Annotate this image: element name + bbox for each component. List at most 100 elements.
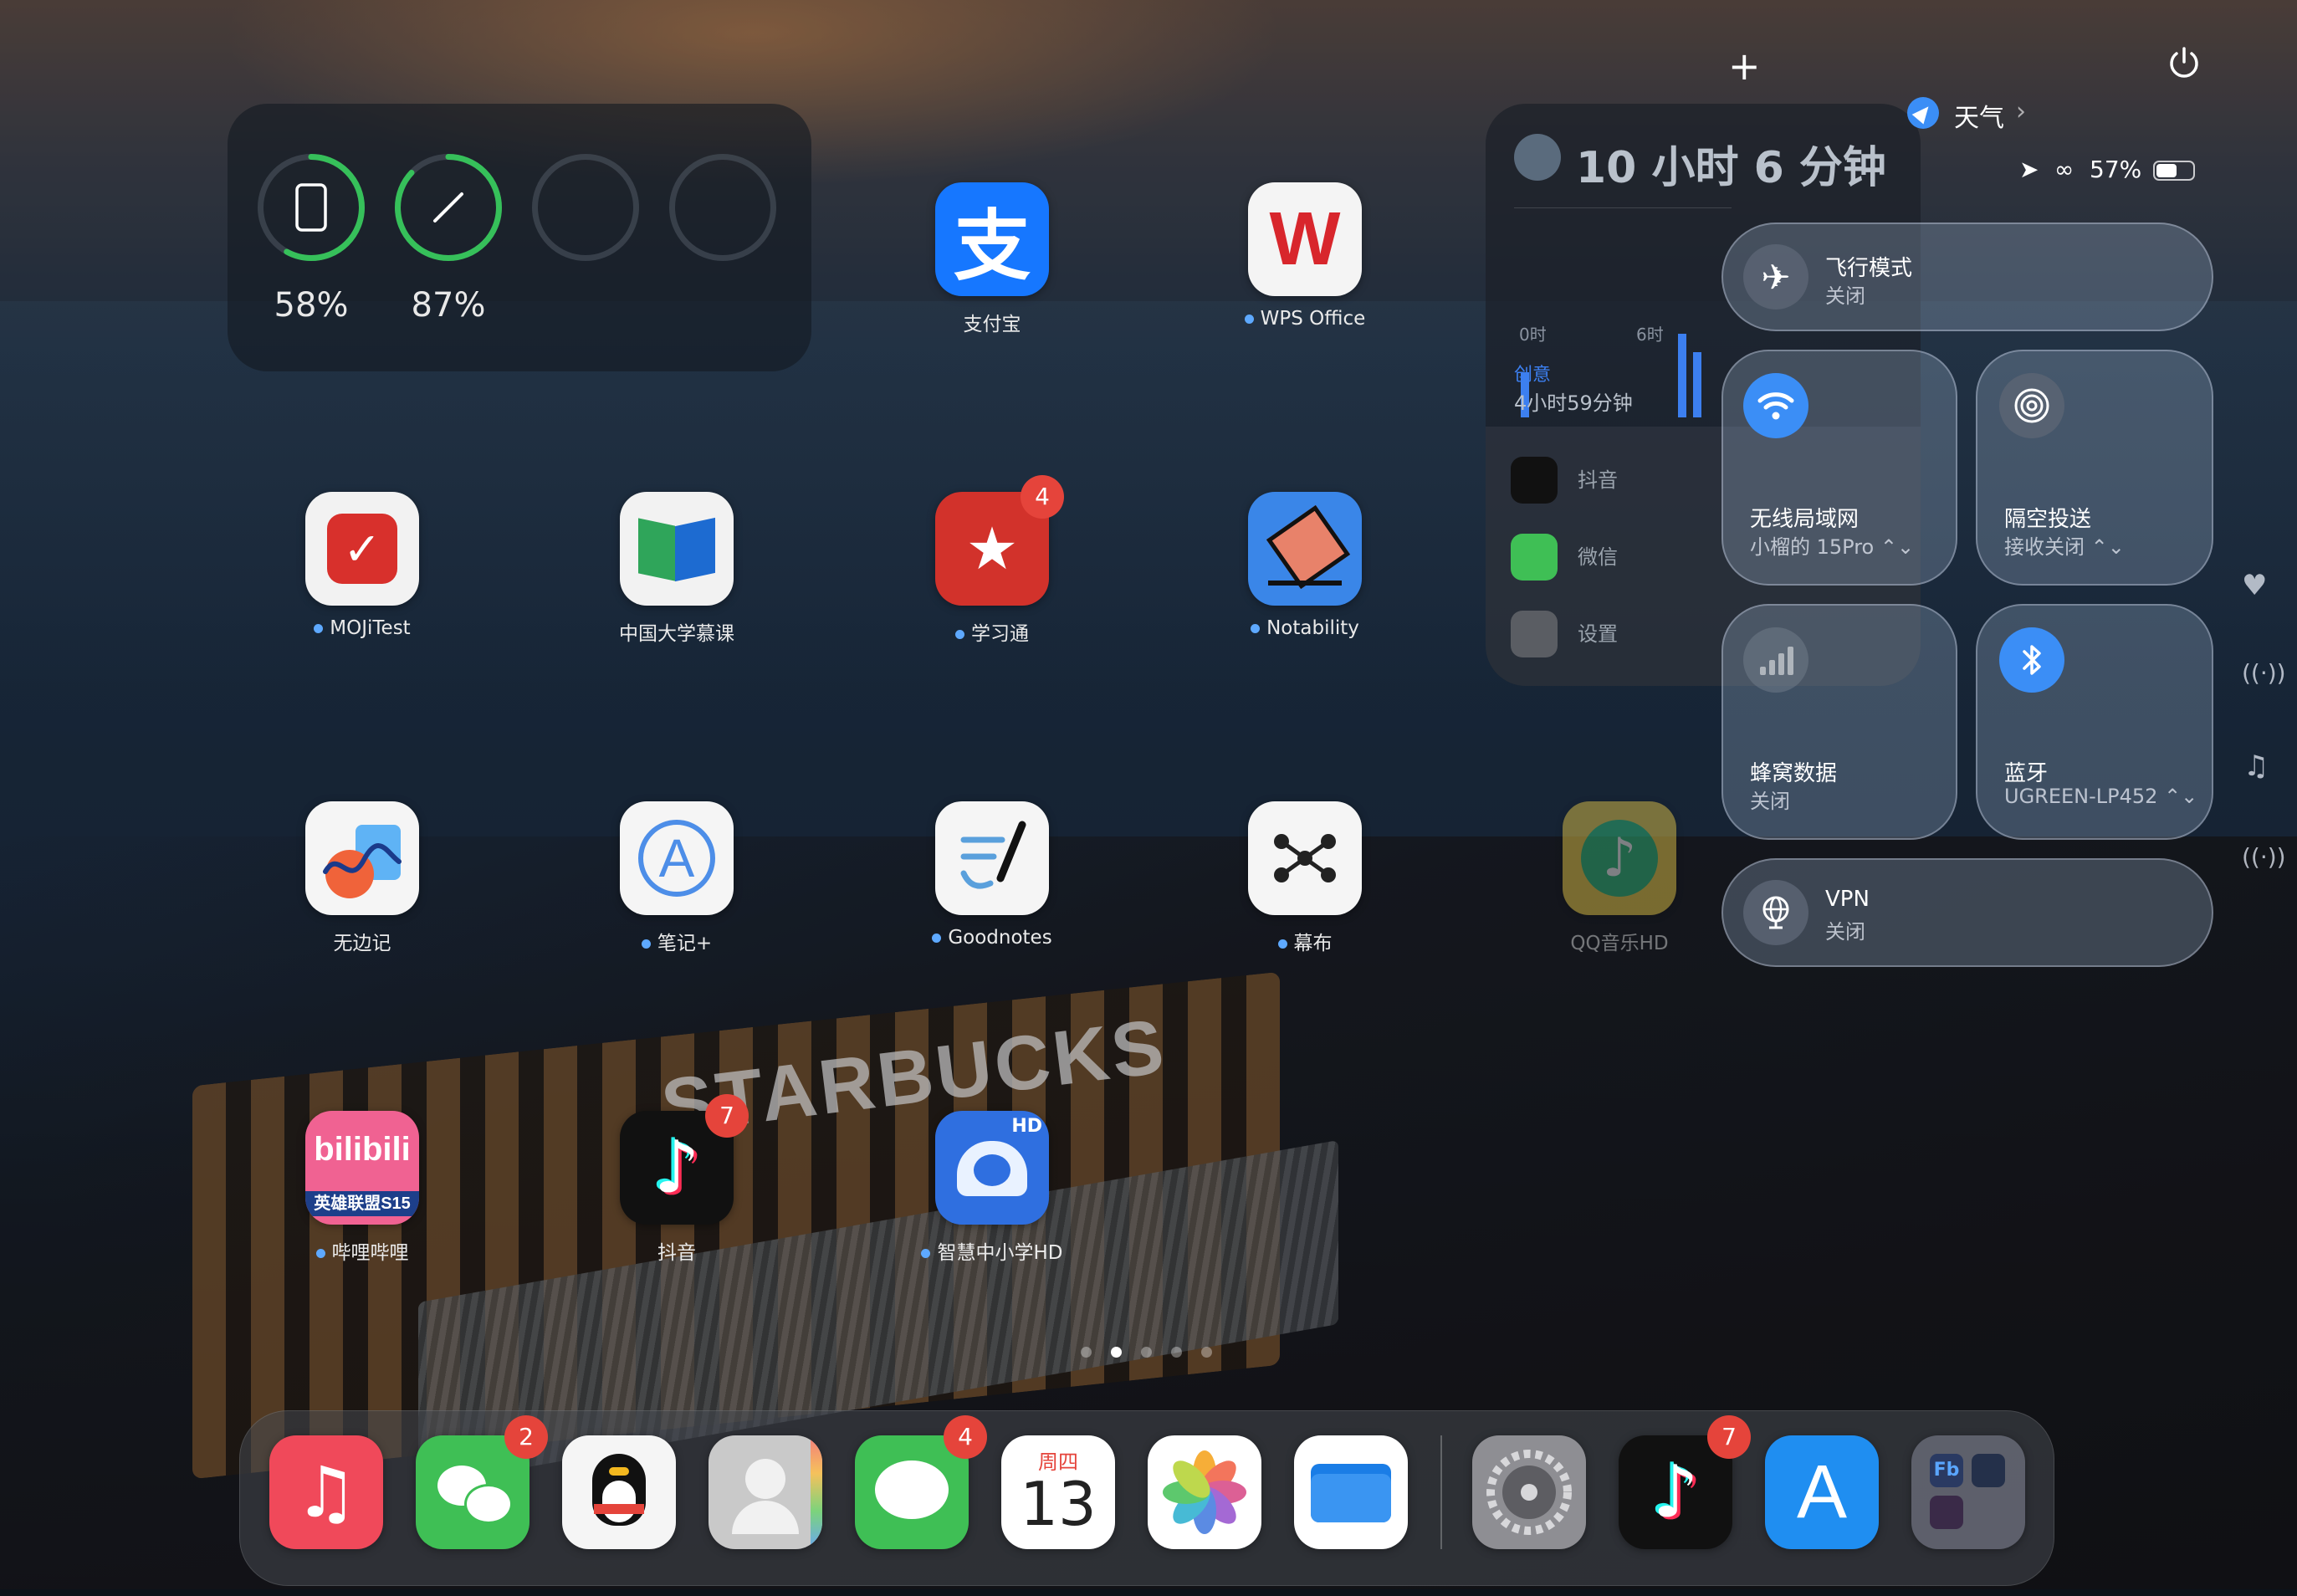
app-bilibili[interactable]: bilibili 英雄联盟S15 哔哩哔哩 <box>287 1111 437 1265</box>
douyin-icon <box>1511 457 1558 504</box>
app-xuexitong[interactable]: 4 ★ 学习通 <box>917 475 1067 646</box>
power-icon[interactable] <box>2165 43 2203 82</box>
vpn-globe-icon <box>1743 880 1808 945</box>
app-label: WPS Office <box>1260 308 1366 330</box>
battery-percent-ipad: 58% <box>274 286 349 325</box>
dock-qq[interactable] <box>562 1435 676 1549</box>
bluetooth-title: 蓝牙 <box>2004 761 2049 786</box>
bluetooth-toggle[interactable]: 蓝牙 UGREEN-LP452 ⌃⌄ <box>1976 604 2213 840</box>
bluetooth-device[interactable]: UGREEN-LP452 ⌃⌄ <box>2004 785 2197 808</box>
mubu-icon <box>1248 801 1362 915</box>
freeform-icon <box>305 801 419 915</box>
app-label: QQ音乐HD <box>1570 933 1669 954</box>
battery-ring-pencil <box>395 154 502 261</box>
vpn-title: VPN <box>1825 887 1870 912</box>
app-goodnotes[interactable]: Goodnotes <box>917 801 1067 949</box>
cellular-icon <box>1743 627 1808 693</box>
antenna-icon[interactable]: ((·)) <box>2242 843 2286 871</box>
app-wps[interactable]: W WPS Office <box>1230 182 1380 330</box>
notification-badge: 4 <box>1021 475 1064 519</box>
add-icon[interactable]: + <box>1728 43 1761 89</box>
ipad-icon <box>295 183 327 232</box>
app-mubu[interactable]: 幕布 <box>1230 801 1380 955</box>
page-dot[interactable] <box>1171 1347 1182 1358</box>
dock-files[interactable] <box>1294 1435 1408 1549</box>
app-notesplus[interactable]: A 笔记+ <box>601 801 752 955</box>
app-qqmusic[interactable]: ♪ QQ音乐HD <box>1544 801 1695 955</box>
smartedu-icon: HD <box>935 1111 1049 1225</box>
wifi-toggle[interactable]: 无线局域网 小榴的 15Pro ⌃⌄ <box>1721 350 1957 586</box>
battery-fill <box>2156 164 2177 177</box>
bluetooth-icon <box>1999 627 2064 693</box>
cellular-title: 蜂窝数据 <box>1750 761 1838 786</box>
location-arrow-icon <box>1907 97 1939 129</box>
dock-wechat[interactable]: 2 <box>416 1415 548 1549</box>
wifi-icon <box>1743 373 1808 438</box>
dock-messages[interactable]: 4 <box>855 1415 987 1549</box>
dock-settings[interactable] <box>1472 1435 1586 1549</box>
dock-appstore[interactable]: A <box>1765 1435 1879 1549</box>
wifi-title: 无线局域网 <box>1750 507 1860 532</box>
app-smartedu[interactable]: HD 智慧中小学HD <box>917 1111 1067 1265</box>
broadcast-icon[interactable]: ((·)) <box>2242 659 2286 687</box>
page-dot[interactable] <box>1141 1347 1152 1358</box>
avatar <box>1514 134 1561 181</box>
airplane-mode-toggle[interactable]: ✈ 飞行模式 关闭 <box>1721 223 2213 331</box>
calendar-day: 13 <box>1020 1469 1097 1539</box>
contacts-icon <box>745 1459 785 1499</box>
battery-icon <box>2153 161 2195 181</box>
page-dot-active[interactable] <box>1111 1347 1122 1358</box>
weather-label: 天气 <box>1954 104 2004 133</box>
dock-calendar[interactable]: 周四 13 <box>1001 1435 1115 1549</box>
notification-badge: 7 <box>705 1094 749 1138</box>
airdrop-title: 隔空投送 <box>2004 507 2092 532</box>
app-label: Notability <box>1266 617 1359 639</box>
alipay-icon: 支 <box>935 182 1049 296</box>
wechat-icon <box>1511 534 1558 581</box>
app-notability[interactable]: Notability <box>1230 492 1380 639</box>
battery-ring-ipad <box>258 154 365 261</box>
qqmusic-icon: ♪ <box>1563 801 1676 915</box>
affinity-folder-icon: Fb <box>1930 1454 1963 1487</box>
category-time: 4小时59分钟 <box>1514 391 1633 415</box>
heart-icon[interactable]: ♥ <box>2242 569 2267 602</box>
wifi-network[interactable]: 小榴的 15Pro ⌃⌄ <box>1750 530 1914 560</box>
photos-icon <box>1163 1450 1246 1534</box>
dock-contacts[interactable] <box>709 1435 822 1549</box>
notability-icon <box>1248 492 1362 606</box>
page-dot[interactable] <box>1201 1347 1212 1358</box>
app-label: 中国大学慕课 <box>619 623 734 645</box>
mooc-icon <box>620 492 734 606</box>
battery-ring-empty-2 <box>669 154 776 261</box>
app-label: MOJiTest <box>330 617 411 639</box>
messages-icon <box>875 1460 949 1519</box>
notification-badge: 2 <box>504 1415 548 1459</box>
pencil-icon <box>433 192 463 223</box>
dock-douyin[interactable]: ♪ 7 <box>1619 1415 1751 1549</box>
list-item: 设置 <box>1578 622 1618 646</box>
mojitest-icon: ✓ <box>305 492 419 606</box>
location-icon: ➤ <box>2019 156 2039 183</box>
cellular-toggle[interactable]: 蜂窝数据 关闭 <box>1721 604 1957 840</box>
page-dot[interactable] <box>1081 1347 1092 1358</box>
list-item: 抖音 <box>1578 468 1618 492</box>
app-freeform[interactable]: 无边记 <box>287 801 437 955</box>
battery-widget[interactable]: 58% 87% <box>228 104 811 371</box>
app-label: 幕布 <box>1293 933 1333 954</box>
dock-affinity-folder[interactable]: Fb <box>1911 1435 2025 1549</box>
airdrop-status[interactable]: 接收关闭 ⌃⌄ <box>2004 530 2125 560</box>
app-label: Goodnotes <box>948 927 1052 949</box>
app-mooc[interactable]: 中国大学慕课 <box>601 492 752 646</box>
dock-music[interactable]: ♫ <box>269 1435 383 1549</box>
music-note-icon[interactable]: ♫ <box>2243 749 2269 783</box>
usage-bar <box>1678 334 1686 417</box>
link-icon: ∞ <box>2054 156 2074 183</box>
dock-divider <box>1440 1435 1442 1549</box>
app-mojitest[interactable]: ✓ MOJiTest <box>287 492 437 639</box>
vpn-toggle[interactable]: VPN 关闭 <box>1721 858 2213 967</box>
axis-label-start: 0时 <box>1519 325 1547 345</box>
dock-photos[interactable] <box>1148 1435 1261 1549</box>
app-alipay[interactable]: 支 支付宝 <box>917 182 1067 336</box>
app-douyin[interactable]: 7 ♪ 抖音 <box>601 1094 752 1265</box>
airdrop-toggle[interactable]: 隔空投送 接收关闭 ⌃⌄ <box>1976 350 2213 586</box>
